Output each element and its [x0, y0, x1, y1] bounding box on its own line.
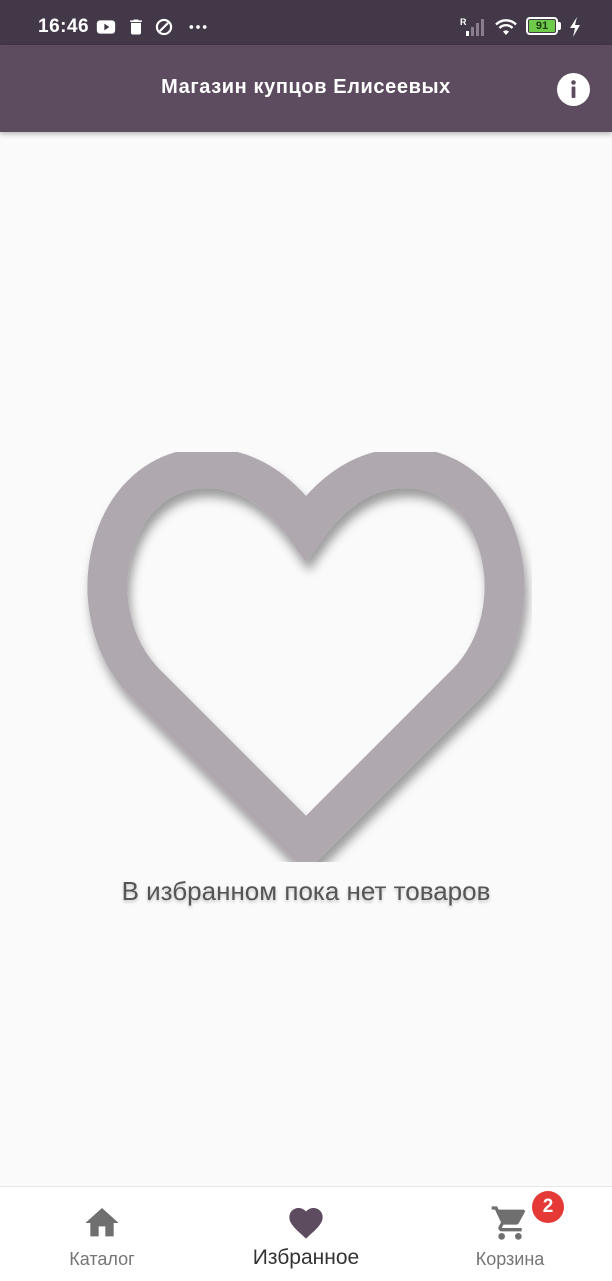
trash-icon — [130, 19, 142, 35]
heart-outline-icon — [87, 452, 525, 862]
cart-badge: 2 — [532, 1191, 564, 1223]
battery-icon: 91 — [526, 17, 562, 37]
vpn-icon — [155, 18, 173, 36]
empty-message: В избранном пока нет товаров — [121, 876, 491, 906]
signal-icon: R — [460, 17, 484, 36]
charging-icon — [570, 17, 580, 37]
nav-label-cart: Корзина — [475, 1249, 545, 1269]
status-bar: 16:46 R 91 — [0, 0, 612, 45]
nav-label-favorites: Избранное — [252, 1246, 360, 1269]
home-icon — [85, 1208, 119, 1237]
cart-icon — [491, 1206, 526, 1240]
svg-text:R: R — [460, 17, 467, 27]
nav-item-cart[interactable]: 2 Корзина — [408, 1187, 612, 1281]
battery-level: 91 — [535, 20, 549, 32]
info-button[interactable] — [557, 73, 590, 106]
app-bar: Магазин купцов Елисеевых — [0, 45, 612, 132]
page-title: Магазин купцов Елисеевых — [161, 76, 451, 98]
nav-label-catalog: Каталог — [69, 1249, 135, 1269]
bottom-navigation: Каталог Избранное 2 Корзина — [0, 1186, 612, 1281]
wifi-icon — [495, 19, 517, 35]
status-time: 16:46 — [38, 16, 90, 37]
more-dots-icon — [189, 25, 207, 29]
nav-item-favorites[interactable]: Избранное — [204, 1187, 408, 1281]
info-icon — [571, 80, 576, 98]
nav-item-catalog[interactable]: Каталог — [0, 1187, 204, 1281]
favorites-empty-state: В избранном пока нет товаров — [0, 132, 612, 1186]
heart-icon — [289, 1208, 323, 1239]
youtube-icon — [96, 20, 116, 34]
